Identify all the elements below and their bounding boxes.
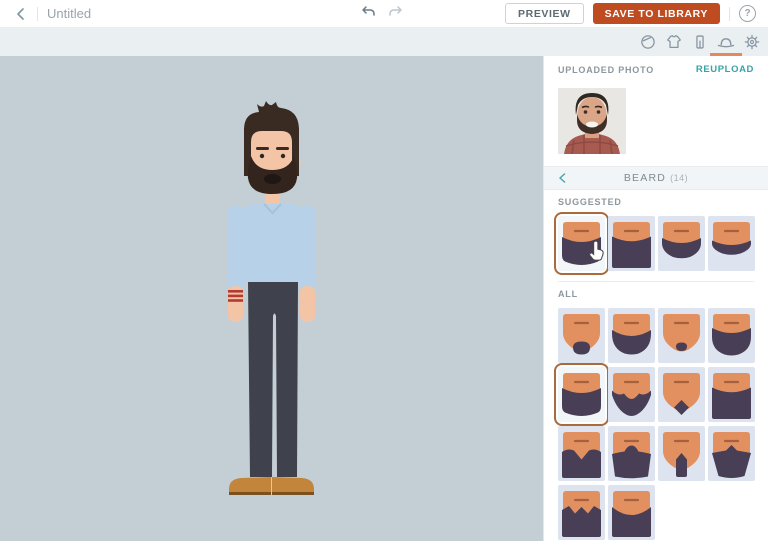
undo-icon[interactable] <box>361 5 376 23</box>
beard-thumbnail-full-curve[interactable] <box>608 485 655 540</box>
beard-thumbnail-taper-peak[interactable] <box>708 426 755 481</box>
suggested-beard-grid <box>554 212 755 275</box>
beard-thumbnail-full-square[interactable] <box>608 216 655 271</box>
category-header: BEARD (14) <box>544 166 768 190</box>
beard-thumbnail-strip-vertical[interactable] <box>658 426 705 481</box>
beard-thumbnail-full-dome[interactable] <box>608 426 655 481</box>
shirt-icon[interactable] <box>664 27 684 56</box>
pants-icon[interactable] <box>690 27 710 56</box>
character-illustration[interactable] <box>201 100 341 505</box>
document-title[interactable]: Untitled <box>47 6 91 21</box>
uploaded-photo-label: UPLOADED PHOTO <box>558 64 655 75</box>
beard-thumbnail-full-round-selected[interactable] <box>554 363 609 426</box>
beard-thumbnail-diamond[interactable] <box>658 367 705 422</box>
category-count: (14) <box>670 173 689 183</box>
beard-thumbnail-band-full[interactable] <box>708 308 755 363</box>
head-icon[interactable] <box>638 27 658 56</box>
redo-icon[interactable] <box>388 5 403 23</box>
help-icon[interactable]: ? <box>739 5 756 22</box>
save-to-library-button[interactable]: SAVE TO LIBRARY <box>592 3 720 24</box>
beard-thumbnail-goatee-round[interactable] <box>558 308 605 363</box>
back-icon[interactable] <box>12 6 28 22</box>
help-divider <box>729 6 730 21</box>
title-divider <box>37 6 38 21</box>
beard-thumbnail-full-m-notch[interactable] <box>558 426 605 481</box>
beard-thumbnail-band-medium[interactable] <box>658 216 705 271</box>
suggested-label: SUGGESTED <box>558 197 622 207</box>
beard-thumbnail-full-zigzag[interactable] <box>558 485 605 540</box>
preview-button[interactable]: PREVIEW <box>505 3 584 24</box>
beard-thumbnail-full-square[interactable] <box>708 367 755 422</box>
top-bar: Untitled PREVIEW SAVE TO LIBRARY ? <box>0 0 768 28</box>
beard-thumbnail-patch-small[interactable] <box>658 308 705 363</box>
reupload-link[interactable]: REUPLOAD <box>696 64 754 75</box>
beard-thumbnail-crescent-wide[interactable] <box>608 308 655 363</box>
category-toolbar <box>0 27 768 56</box>
category-back-icon[interactable] <box>558 167 566 189</box>
section-divider <box>558 281 754 282</box>
beard-thumbnail-v-point[interactable] <box>608 367 655 422</box>
gear-icon[interactable] <box>742 27 762 56</box>
category-title: BEARD (14) <box>623 172 689 184</box>
right-panel: UPLOADED PHOTO REUPLOAD BEARD (14) SUGGE… <box>543 56 768 541</box>
beard-thumbnail-band-thin[interactable] <box>708 216 755 271</box>
all-label: ALL <box>558 289 578 299</box>
beard-thumbnail-full-round-selected[interactable] <box>554 212 609 275</box>
editor-canvas <box>0 56 543 541</box>
all-beard-grid <box>554 308 755 540</box>
hat-icon[interactable] <box>710 27 742 56</box>
uploaded-photo <box>558 88 626 154</box>
